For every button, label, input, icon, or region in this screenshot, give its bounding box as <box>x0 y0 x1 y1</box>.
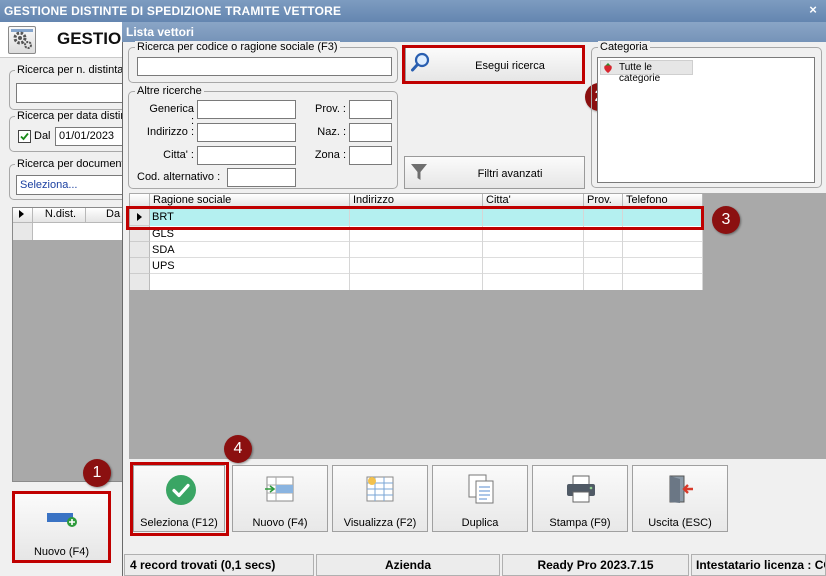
alt-code-label: Cod. alternativo : <box>137 171 221 183</box>
category-group-label: Categoria <box>598 41 650 53</box>
city-label: Citta' : <box>163 149 194 161</box>
gear-icon <box>8 26 36 54</box>
address-label: Indirizzo : <box>146 126 194 138</box>
document-select[interactable]: Seleziona... <box>16 175 136 195</box>
distinta-number-input[interactable] <box>16 83 136 103</box>
search-by-date-label: Ricerca per data distin <box>15 110 129 122</box>
checkmark-icon <box>20 132 29 141</box>
cell-ragione-sociale: UPS <box>152 260 175 272</box>
nation-input[interactable] <box>349 123 392 142</box>
status-licensee: Intestatario licenza : CO <box>691 554 826 576</box>
annotation-badge-4: 4 <box>224 435 252 463</box>
exit-button-label: Uscita (ESC) <box>648 517 712 529</box>
category-item-label: Tutte le categorie <box>619 62 661 84</box>
annotation-highlight-1 <box>12 491 111 563</box>
status-company: Azienda <box>316 554 500 576</box>
date-from-checkbox[interactable] <box>18 130 31 143</box>
insert-row-icon <box>265 476 294 502</box>
filter-icon <box>411 164 427 180</box>
distinte-grid <box>12 207 127 482</box>
grid-row-indicator-header <box>13 208 33 223</box>
search-group-label: Ricerca per codice o ragione sociale (F3… <box>135 41 340 53</box>
duplicate-button[interactable]: Duplica <box>432 465 528 532</box>
view-button-label: Visualizza (F2) <box>343 517 417 529</box>
advanced-filters-label: Filtri avanzati <box>477 168 543 180</box>
zone-label: Zona : <box>314 149 346 161</box>
city-input[interactable] <box>197 146 296 165</box>
lista-vettori-titlebar: Lista vettori <box>122 22 826 42</box>
alt-code-input[interactable] <box>227 168 296 187</box>
main-window-title: GESTIONE DISTINTE DI SPEDIZIONE TRAMITE … <box>4 4 342 18</box>
row-indicator <box>130 274 150 290</box>
advanced-filters-button[interactable]: Filtri avanzati <box>404 156 585 189</box>
nation-label: Naz. : <box>317 126 346 138</box>
table-row[interactable] <box>150 258 703 274</box>
search-by-document-label: Ricerca per document <box>15 158 127 170</box>
cell-ragione-sociale: SDA <box>152 244 175 256</box>
annotation-badge-1: 1 <box>83 459 111 487</box>
new-button-label: Nuovo (F4) <box>252 517 308 529</box>
lista-vettori-title: Lista vettori <box>126 25 195 39</box>
generic-input[interactable] <box>197 100 296 119</box>
grid-header-date[interactable]: Da <box>86 208 126 223</box>
view-grid-icon <box>366 476 394 502</box>
province-input[interactable] <box>349 100 392 119</box>
search-input[interactable] <box>137 57 392 76</box>
exit-door-icon <box>669 475 693 503</box>
province-label: Prov. : <box>315 103 346 115</box>
row-indicator <box>130 258 150 274</box>
view-button[interactable]: Visualizza (F2) <box>332 465 428 532</box>
annotation-highlight-4 <box>130 462 229 536</box>
row-indicator <box>130 242 150 258</box>
print-button[interactable]: Stampa (F9) <box>532 465 628 532</box>
duplicate-icon <box>468 474 494 504</box>
annotation-highlight-2 <box>402 45 585 84</box>
other-searches-label: Altre ricerche <box>135 85 204 97</box>
print-button-label: Stampa (F9) <box>549 517 611 529</box>
date-from-input[interactable]: 01/01/2023 <box>55 127 125 146</box>
generic-label: Generica : <box>149 103 194 127</box>
status-records: 4 record trovati (0,1 secs) <box>124 554 314 576</box>
zone-input[interactable] <box>349 146 392 165</box>
status-version: Ready Pro 2023.7.15 <box>502 554 689 576</box>
printer-icon <box>567 475 595 503</box>
date-from-label: Dal <box>34 130 51 142</box>
grid-header-ndist[interactable]: N.dist. <box>33 208 86 223</box>
search-by-number-label: Ricerca per n. distinta <box>15 64 126 76</box>
row-indicator <box>13 223 33 240</box>
main-window-titlebar: GESTIONE DISTINTE DI SPEDIZIONE TRAMITE … <box>0 0 826 22</box>
table-row[interactable] <box>150 242 703 258</box>
annotation-highlight-3 <box>126 206 704 230</box>
annotation-badge-3: 3 <box>712 206 740 234</box>
close-icon[interactable]: × <box>806 2 820 18</box>
exit-button[interactable]: Uscita (ESC) <box>632 465 728 532</box>
category-item-all[interactable]: Tutte le categorie <box>600 60 693 84</box>
new-button[interactable]: Nuovo (F4) <box>232 465 328 532</box>
address-input[interactable] <box>197 123 296 142</box>
strawberry-icon <box>604 63 612 73</box>
duplicate-button-label: Duplica <box>461 517 499 529</box>
